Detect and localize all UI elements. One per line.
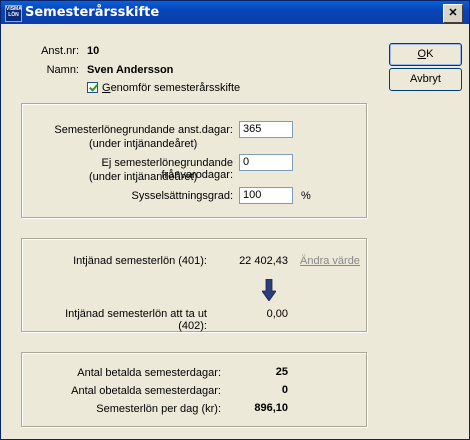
semesterlon-per-dag-label: Semesterlön per dag (kr): <box>96 403 221 415</box>
ok-button[interactable]: OK <box>389 43 462 66</box>
namn-value: Sven Andersson <box>87 64 174 76</box>
obetalda-semesterdagar-label: Antal obetalda semesterdagar: <box>71 385 221 397</box>
visma-lon-app-icon: VISMA LÖN <box>5 5 22 22</box>
namn-label: Namn: <box>46 64 79 76</box>
andra-varde-link[interactable]: Ändra värde <box>300 255 360 267</box>
ej-semesterlonegrundande-input[interactable]: 0 <box>239 154 293 171</box>
semesterlonegrundande-input[interactable]: 365 <box>239 121 293 138</box>
sysselsattningsgrad-label: Sysselsättningsgrad: <box>131 190 234 202</box>
title-bar[interactable]: VISMA LÖN Semesterårsskifte ✕ <box>1 1 469 24</box>
close-button[interactable]: ✕ <box>443 4 463 23</box>
semesterlon-per-dag-value: 896,10 <box>254 402 288 414</box>
ok-button-label: OK <box>417 48 434 60</box>
obetalda-semesterdagar-value: 0 <box>281 384 288 396</box>
cancel-button[interactable]: Avbryt <box>389 68 462 91</box>
intjanad-att-ta-ut-label: Intjänad semesterlön att ta ut (402): <box>65 308 207 332</box>
ej-semesterlonegrundande-sublabel: (under intjänandeåret) <box>89 171 198 183</box>
semesterlonegrundande-label: Semesterlönegrundande anst.dagar: <box>54 124 233 136</box>
betalda-semesterdagar-label: Antal betalda semesterdagar: <box>77 367 221 379</box>
genomfor-semesterarsskifte-checkbox[interactable] <box>87 82 98 93</box>
intjanad-semesterlon-label: Intjänad semesterlön (401): <box>73 255 207 267</box>
arrow-down-icon <box>262 279 276 301</box>
percent-unit: % <box>301 190 311 202</box>
anst-nr-label: Anst.nr: <box>41 45 79 57</box>
sysselsattningsgrad-input[interactable]: 100 <box>239 187 293 204</box>
semesterlonegrundande-sublabel: (under intjänandeåret) <box>89 138 198 150</box>
close-icon: ✕ <box>448 7 458 19</box>
window-title: Semesterårsskifte <box>25 5 160 20</box>
intjanad-att-ta-ut-value: 0,00 <box>266 308 288 320</box>
semesterarsskifte-dialog: VISMA LÖN Semesterårsskifte ✕ Anst.nr: 10… <box>0 0 470 440</box>
genomfor-semesterarsskifte-label[interactable]: Genomför semesterårsskifte <box>102 82 240 94</box>
intjanad-semesterlon-value: 22 402,43 <box>239 255 288 267</box>
anst-nr-value: 10 <box>87 45 100 57</box>
cancel-button-label: Avbryt <box>410 73 441 85</box>
betalda-semesterdagar-value: 25 <box>275 366 288 378</box>
